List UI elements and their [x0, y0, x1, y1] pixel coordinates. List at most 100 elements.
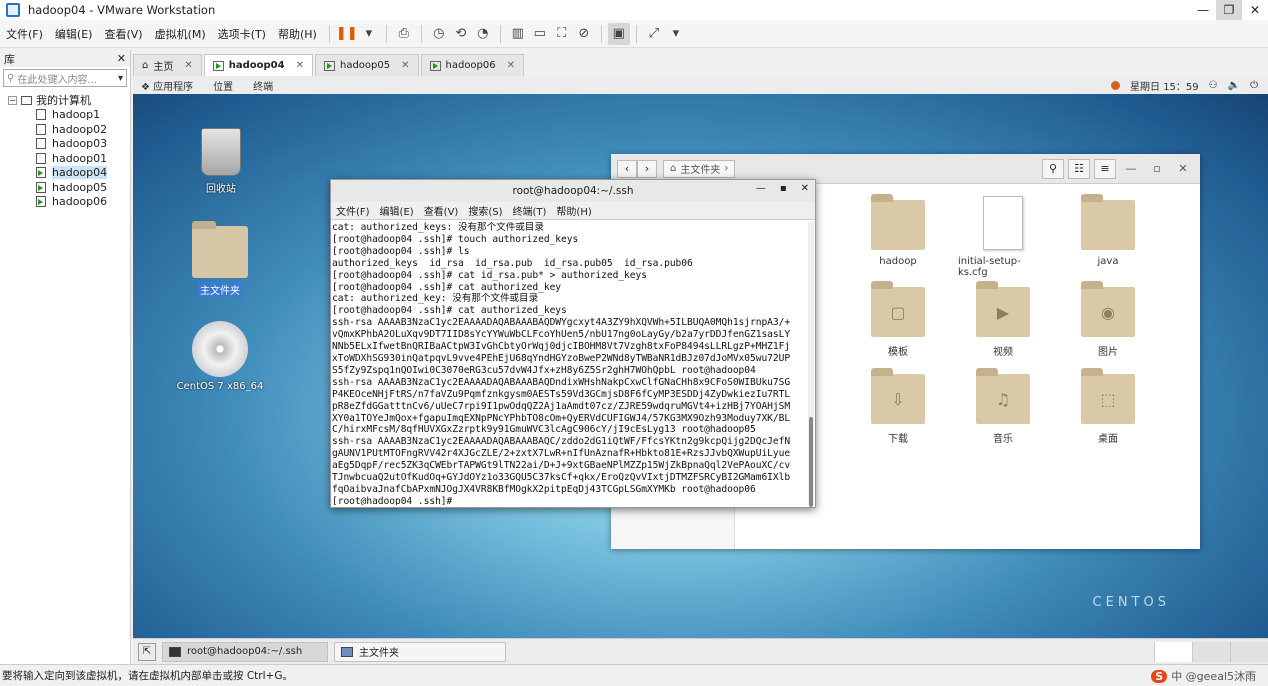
dropdown-arrow-icon[interactable]: ▾ — [665, 23, 687, 45]
terminal-menu-file[interactable]: 文件(F) — [331, 203, 375, 218]
volume-icon[interactable]: 🔈 — [1228, 80, 1240, 91]
path-bar[interactable]: ⌂ 主文件夹 › — [663, 159, 736, 178]
tree-item-hadoop05[interactable]: hadoop05 — [0, 180, 130, 195]
revert-snapshot-icon[interactable]: ⟲ — [450, 23, 472, 45]
update-icon[interactable] — [1111, 80, 1121, 90]
menu-file[interactable]: 文件(F) — [0, 26, 49, 42]
file-item-desktop[interactable]: ⬚ 桌面 — [1063, 368, 1153, 445]
send-keys-icon[interactable]: ⎙ — [393, 23, 415, 45]
file-item-music[interactable]: ♫ 音乐 — [958, 368, 1048, 445]
taskbar-item-files[interactable]: 主文件夹 — [334, 641, 506, 662]
places-menu[interactable]: 位置 — [213, 78, 233, 93]
minimize-button[interactable]: — — [756, 183, 766, 194]
tab-hadoop06[interactable]: hadoop06 ✕ — [420, 54, 525, 76]
terminal-menu[interactable]: 终端 — [253, 78, 273, 93]
close-icon[interactable]: ✕ — [296, 60, 304, 71]
file-item-pictures[interactable]: ◉ 图片 — [1063, 281, 1153, 358]
menu-vm[interactable]: 虚拟机(M) — [149, 26, 212, 42]
menu-help[interactable]: 帮助(H) — [272, 26, 323, 42]
thumbnail-view-icon[interactable]: ▭ — [529, 23, 551, 45]
file-item-initial-setup-ks-cfg[interactable]: initial-setup-ks.cfg — [958, 196, 1048, 278]
desktop-trash[interactable]: 回收站 — [176, 128, 266, 195]
file-item-templates[interactable]: ▢ 模板 — [853, 281, 943, 358]
file-item-videos[interactable]: ▶ 视频 — [958, 281, 1048, 358]
path-label: 主文件夹 — [680, 165, 721, 176]
minimize-button[interactable]: — — [1120, 159, 1142, 179]
home-icon: ⌂ — [670, 163, 677, 174]
close-icon[interactable]: ✕ — [401, 60, 409, 71]
file-item-downloads[interactable]: ⇩ 下载 — [853, 368, 943, 445]
file-name: hadoop — [879, 256, 917, 267]
tab-hadoop04[interactable]: hadoop04 ✕ — [203, 54, 313, 76]
power-icon[interactable]: ⏻ — [1250, 80, 1258, 91]
stretch-icon[interactable]: ⤢ — [643, 23, 665, 45]
close-button[interactable]: ✕ — [1172, 159, 1194, 179]
search-button[interactable]: ⚲ — [1042, 158, 1064, 179]
console-view-icon[interactable]: ▣ — [607, 22, 630, 45]
terminal-menu-view[interactable]: 查看(V) — [419, 203, 464, 218]
fullscreen-icon[interactable]: ⛶ — [551, 23, 573, 45]
terminal-menu-terminal[interactable]: 终端(T) — [508, 203, 552, 218]
vmware-app-icon — [6, 3, 20, 17]
library-search-input[interactable]: ⚲ 在此处键入内容... ▾ — [3, 69, 127, 87]
pause-icon[interactable]: ❚❚ — [336, 23, 358, 45]
library-view-icon[interactable]: ▥ — [507, 23, 529, 45]
network-icon[interactable]: ⚇ — [1209, 80, 1218, 91]
minimize-button[interactable]: — — [1190, 0, 1216, 20]
terminal-menu-search[interactable]: 搜索(S) — [463, 203, 507, 218]
unity-icon[interactable]: ⊘ — [573, 23, 595, 45]
desktop-disc[interactable]: CentOS 7 x86_64 — [175, 321, 265, 392]
chevron-down-icon[interactable]: ▾ — [118, 73, 123, 84]
file-item-hadoop[interactable]: hadoop — [853, 194, 943, 267]
close-icon[interactable]: ✕ — [507, 60, 515, 71]
guest-screen[interactable]: ❖ 应用程序 位置 终端 星期日 15：59 ⚇ 🔈 ⏻ 回收站 主文件夹 Ce… — [133, 76, 1268, 638]
menu-edit[interactable]: 编辑(E) — [49, 26, 99, 42]
snapshot-icon[interactable]: ◷ — [428, 23, 450, 45]
maximize-button[interactable]: ▫ — [1146, 159, 1168, 179]
tree-item-hadoop01[interactable]: hadoop01 — [0, 151, 130, 166]
dropdown-arrow-icon[interactable]: ▾ — [358, 23, 380, 45]
tree-item-hadoop06[interactable]: hadoop06 — [0, 195, 130, 210]
terminal-scrollbar[interactable] — [808, 222, 814, 507]
scrollbar-thumb[interactable] — [809, 417, 813, 507]
vm-running-icon — [36, 196, 46, 208]
snapshot-manager-icon[interactable]: ◔ — [472, 23, 494, 45]
desktop-home-folder[interactable]: 主文件夹 — [175, 221, 265, 297]
tree-root[interactable]: − 我的计算机 — [0, 93, 130, 108]
status-bar: 要将输入定向到该虚拟机，请在虚拟机内部单击或按 Ctrl+G。 S中 @geea… — [0, 664, 1268, 686]
close-icon[interactable]: ✕ — [117, 52, 126, 65]
restore-button[interactable]: ❐ — [1216, 0, 1242, 20]
taskbar-item-terminal[interactable]: root@hadoop04:~/.ssh — [162, 641, 328, 662]
terminal-menu-edit[interactable]: 编辑(E) — [375, 203, 419, 218]
tree-item-hadoop1[interactable]: hadoop1 — [0, 108, 130, 123]
menu-tabs[interactable]: 选项卡(T) — [212, 26, 272, 42]
maximize-button[interactable]: ▪ — [780, 183, 787, 194]
menu-button[interactable]: ≡ — [1094, 158, 1116, 179]
workspace-1[interactable] — [1154, 641, 1192, 662]
forward-button[interactable]: › — [637, 159, 657, 178]
tree-item-label: hadoop05 — [52, 180, 108, 194]
collapse-icon[interactable]: − — [8, 95, 17, 105]
show-desktop-icon[interactable]: ⇱ — [138, 642, 156, 661]
terminal-menu-help[interactable]: 帮助(H) — [551, 203, 596, 218]
terminal-output[interactable]: cat: authorized_keys: 没有那个文件或目录 [root@had… — [332, 222, 807, 505]
tab-home[interactable]: ⌂ 主页 ✕ — [133, 54, 202, 76]
terminal-window[interactable]: root@hadoop04:~/.ssh — ▪ ✕ 文件(F) 编辑(E) 查… — [330, 179, 816, 508]
file-item-java[interactable]: java — [1063, 194, 1153, 267]
workspace-2[interactable] — [1192, 641, 1230, 662]
close-icon[interactable]: ✕ — [184, 60, 192, 71]
workspace-3[interactable] — [1230, 641, 1268, 662]
tree-item-hadoop02[interactable]: hadoop02 — [0, 122, 130, 137]
back-button[interactable]: ‹ — [617, 159, 637, 178]
tree-item-hadoop03[interactable]: hadoop03 — [0, 137, 130, 152]
tab-hadoop05[interactable]: hadoop05 ✕ — [314, 54, 419, 76]
search-icon: ⚲ — [7, 72, 18, 84]
close-button[interactable]: ✕ — [801, 183, 809, 194]
vm-running-icon — [36, 167, 46, 179]
tree-item-hadoop04[interactable]: hadoop04 — [0, 166, 130, 181]
clock[interactable]: 星期日 15：59 — [1130, 78, 1199, 93]
view-options-button[interactable]: ☷ — [1068, 158, 1090, 179]
close-button[interactable]: ✕ — [1242, 0, 1268, 20]
applications-menu[interactable]: ❖ 应用程序 — [141, 78, 193, 93]
menu-view[interactable]: 查看(V) — [98, 26, 148, 42]
